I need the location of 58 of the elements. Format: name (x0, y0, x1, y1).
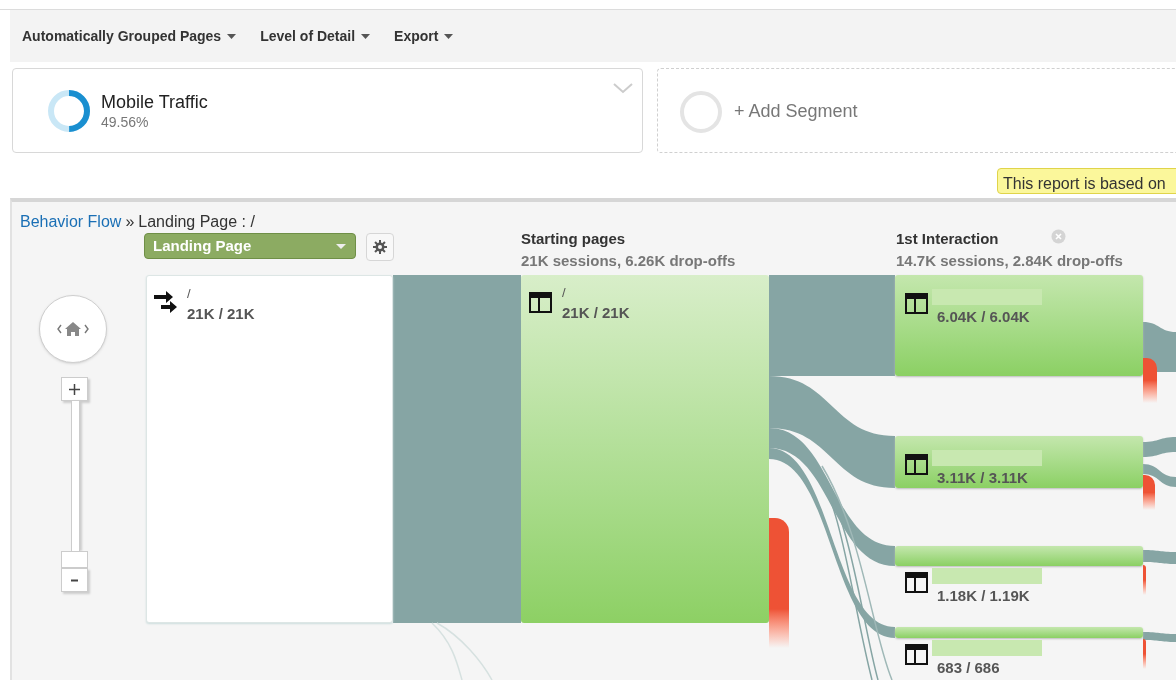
navigation-control[interactable] (39, 295, 107, 363)
caret-icon (361, 33, 371, 39)
toolbar-menu[interactable]: Level of Detail (260, 25, 371, 47)
node-count: 3.11K / 3.11K (937, 470, 1028, 485)
node-count: 21K / 21K (187, 306, 255, 321)
breadcrumb-separator: » (125, 212, 135, 232)
node-count: 683 / 686 (937, 660, 1000, 675)
donut-icon (47, 89, 91, 133)
settings-icon (373, 240, 387, 254)
segment-name: Mobile Traffic (101, 91, 208, 114)
zoom-handle[interactable] (61, 551, 88, 568)
table-icon (905, 293, 928, 314)
column-title: Starting pages (521, 229, 626, 249)
report-notice: This report is based on (997, 168, 1176, 194)
pan-icon (56, 320, 90, 338)
add-segment-button[interactable]: + Add Segment (657, 68, 1176, 153)
segment-share: 49.56% (101, 113, 149, 132)
page-node[interactable]: / 21K / 21K (521, 275, 769, 623)
zoom-in-button[interactable] (61, 377, 88, 401)
page-node[interactable] (895, 546, 1143, 566)
segment-card[interactable]: Mobile Traffic 49.56% (12, 68, 643, 153)
node-name: / (562, 286, 566, 299)
node-count: 1.18K / 1.19K (937, 588, 1030, 603)
close-button[interactable] (1051, 229, 1066, 244)
flow-band (1143, 464, 1176, 487)
table-icon (905, 644, 928, 665)
zoom-out-button[interactable] (61, 568, 88, 592)
close-icon (1051, 229, 1066, 244)
drop-off-bar (1143, 358, 1157, 403)
column-summary: 14.7K sessions, 2.84K drop-offs (896, 251, 1123, 271)
minus-icon (71, 578, 78, 582)
toolbar-menu[interactable]: Export (394, 25, 454, 47)
node-name: / (187, 287, 191, 300)
flow-band (1143, 632, 1176, 642)
landing-node[interactable]: / 21K / 21K (146, 275, 393, 623)
page-node[interactable] (895, 275, 1143, 376)
plus-icon (69, 383, 80, 395)
table-icon (905, 572, 928, 593)
caret-icon (336, 244, 346, 249)
node-count: 21K / 21K (562, 305, 630, 320)
node-count: 6.04K / 6.04K (937, 309, 1030, 324)
drop-off-bar (1143, 639, 1146, 669)
table-icon (529, 292, 552, 313)
flow-band (1143, 437, 1176, 457)
settings-button[interactable] (366, 233, 394, 261)
chevron-icon[interactable] (613, 83, 633, 94)
table-icon (905, 454, 928, 475)
page-node[interactable] (895, 627, 1143, 638)
drop-off-bar (1143, 475, 1155, 510)
column-title: 1st Interaction (896, 229, 999, 249)
caret-icon (444, 33, 454, 39)
column-summary: 21K sessions, 6.26K drop-offs (521, 251, 736, 271)
toolbar-menu[interactable]: Automatically Grouped Pages (22, 25, 237, 47)
breadcrumb-current: Landing Page : / (138, 212, 255, 232)
flow-band (1143, 550, 1176, 564)
caret-icon (227, 33, 237, 39)
drop-off-bar (1143, 565, 1146, 595)
breadcrumb-link[interactable]: Behavior Flow (20, 210, 122, 234)
